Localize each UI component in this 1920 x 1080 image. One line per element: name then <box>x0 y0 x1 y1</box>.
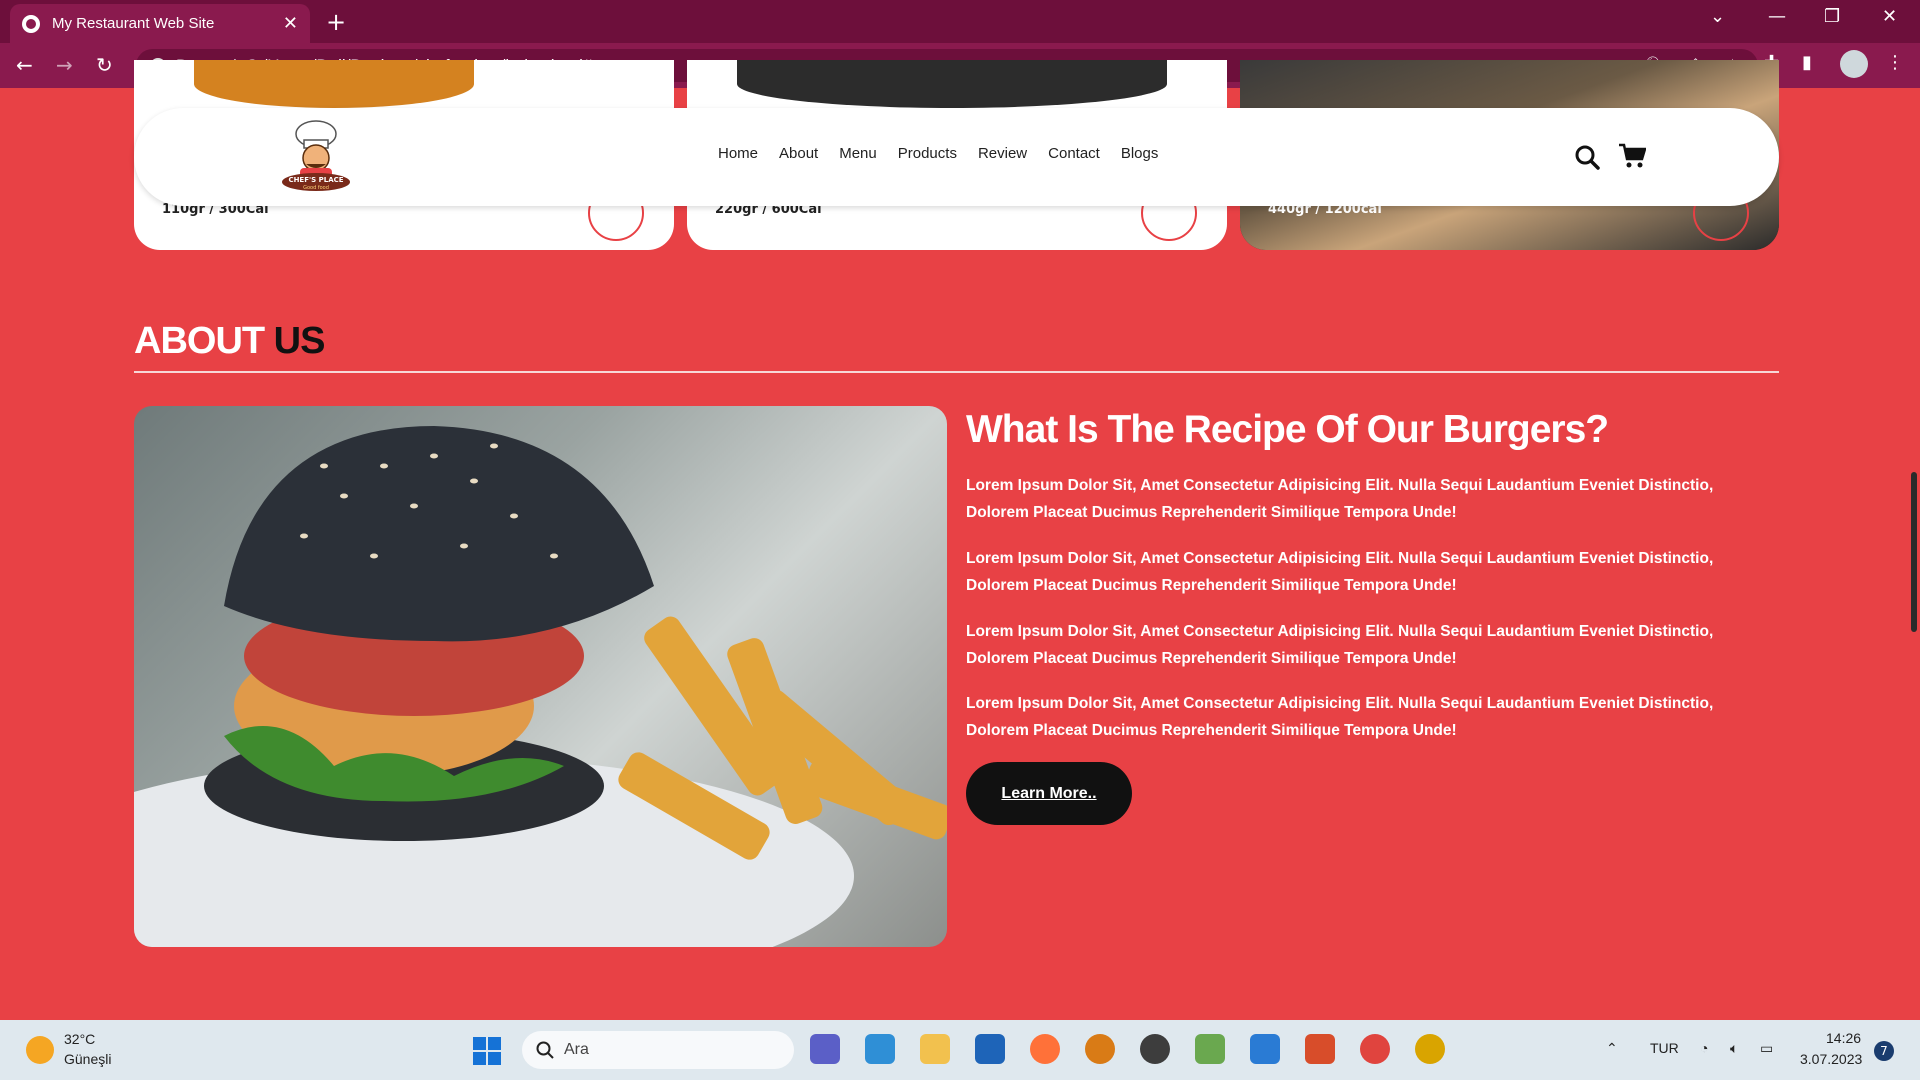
image-editor-icon[interactable] <box>1195 1034 1225 1064</box>
mail-icon[interactable] <box>975 1034 1005 1064</box>
app-icon[interactable] <box>1140 1034 1170 1064</box>
nav-home[interactable]: Home <box>718 145 758 162</box>
close-window-icon[interactable]: ✕ <box>1882 6 1897 27</box>
cart-icon[interactable] <box>1618 143 1646 169</box>
about-paragraph: Lorem Ipsum Dolor Sit, Amet Consectetur … <box>966 477 1714 521</box>
restore-icon[interactable]: ❐ <box>1824 6 1840 27</box>
about-paragraph: Lorem Ipsum Dolor Sit, Amet Consectetur … <box>966 695 1714 739</box>
about-paragraph: Lorem Ipsum Dolor Sit, Amet Consectetur … <box>966 550 1714 594</box>
learn-more-button[interactable]: Learn More.. <box>966 762 1132 825</box>
notification-badge[interactable]: 7 <box>1874 1041 1894 1061</box>
nav-menu[interactable]: Menu <box>839 145 877 162</box>
svg-text:Good food: Good food <box>303 185 329 191</box>
svg-text:CHEF'S PLACE: CHEF'S PLACE <box>288 176 343 184</box>
nav-about[interactable]: About <box>779 145 818 162</box>
clock-time[interactable]: 14:26 <box>1826 1030 1861 1046</box>
taskbar-search-label: Ara <box>564 1041 589 1058</box>
tab-close-icon[interactable]: ✕ <box>283 13 298 34</box>
browser-tab[interactable]: My Restaurant Web Site ✕ <box>10 4 310 43</box>
about-divider <box>134 371 1779 373</box>
about-title: What Is The Recipe Of Our Burgers? <box>966 408 1609 451</box>
recorder-icon[interactable] <box>1305 1034 1335 1064</box>
about-heading: ABOUT US <box>134 320 326 363</box>
start-button[interactable] <box>473 1037 501 1065</box>
site-header: CHEF'S PLACE Good food Home About Menu P… <box>134 108 1779 206</box>
browser-menu-icon[interactable]: ⋮ <box>1886 52 1904 73</box>
volume-icon[interactable]: 🔈︎ <box>1730 1040 1738 1057</box>
taskbar: 32°C Güneşli Ara ⌃ TUR ◔ 🔈︎ ▭ 14:26 3.07… <box>0 1020 1920 1080</box>
side-panel-icon[interactable]: ▮ <box>1802 52 1812 73</box>
battery-icon[interactable]: ▭ <box>1760 1040 1773 1057</box>
globe-icon <box>22 14 40 33</box>
burger-photo <box>134 406 947 947</box>
chevron-up-icon[interactable]: ⌃ <box>1606 1040 1618 1057</box>
file-explorer-icon[interactable] <box>920 1034 950 1064</box>
language-indicator[interactable]: TUR <box>1650 1040 1679 1056</box>
about-paragraph: Lorem Ipsum Dolor Sit, Amet Consectetur … <box>966 623 1714 667</box>
page-scrollbar[interactable] <box>1911 472 1917 632</box>
chrome-icon[interactable] <box>1360 1034 1390 1064</box>
about-heading-first: ABOUT <box>134 320 265 362</box>
search-icon[interactable] <box>1574 144 1600 170</box>
minimize-icon[interactable]: — <box>1768 6 1786 27</box>
chrome-profile-icon[interactable] <box>1415 1034 1445 1064</box>
burger-image <box>194 60 474 108</box>
clock-date[interactable]: 3.07.2023 <box>1800 1051 1862 1067</box>
firefox-icon[interactable] <box>1030 1034 1060 1064</box>
browser-titlebar: My Restaurant Web Site ✕ + ⌄ — ❐ ✕ <box>0 0 1920 43</box>
wifi-icon[interactable]: ◔ <box>1700 1040 1708 1056</box>
new-tab-button[interactable]: + <box>326 8 346 36</box>
nav-contact[interactable]: Contact <box>1048 145 1100 162</box>
tab-title: My Restaurant Web Site <box>52 15 215 32</box>
back-icon[interactable]: ← <box>16 53 33 77</box>
forward-icon[interactable]: → <box>56 53 73 77</box>
burger-image <box>737 60 1167 108</box>
store-icon[interactable] <box>865 1034 895 1064</box>
search-icon <box>536 1041 554 1059</box>
nav-review[interactable]: Review <box>978 145 1027 162</box>
weather-temperature[interactable]: 32°C <box>64 1031 95 1047</box>
chef-logo[interactable]: CHEF'S PLACE Good food <box>276 116 356 198</box>
nav-products[interactable]: Products <box>898 145 957 162</box>
profile-avatar[interactable] <box>1840 50 1868 78</box>
about-heading-second: US <box>273 320 326 362</box>
teams-icon[interactable] <box>810 1034 840 1064</box>
vscode-icon[interactable] <box>1250 1034 1280 1064</box>
weather-sun-icon[interactable] <box>26 1036 54 1064</box>
weather-description[interactable]: Güneşli <box>64 1051 111 1067</box>
reload-icon[interactable]: ↻ <box>96 53 113 77</box>
main-nav: Home About Menu Products Review Contact … <box>718 145 1158 162</box>
search-app-icon[interactable] <box>1085 1034 1115 1064</box>
taskbar-search[interactable]: Ara <box>522 1031 794 1069</box>
nav-blogs[interactable]: Blogs <box>1121 145 1159 162</box>
tab-search-icon[interactable]: ⌄ <box>1710 6 1725 27</box>
